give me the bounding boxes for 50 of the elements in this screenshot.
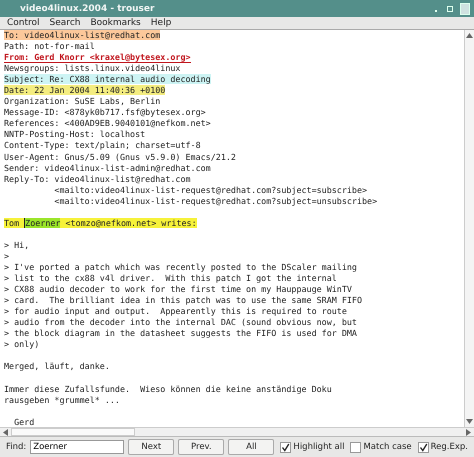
- find-button[interactable]: All: [228, 439, 274, 455]
- text-line: >: [4, 250, 10, 261]
- text-line: User-Agent: Gnus/5.09 (Gnus v5.9.0) Emacs/21.2: [4, 152, 236, 162]
- maximize-icon[interactable]: [446, 4, 454, 12]
- find-button[interactable]: Prev.: [178, 439, 224, 455]
- text-line: Sender: video4linux-list-admin@redhat.com: [4, 162, 211, 173]
- menu-item[interactable]: Help: [150, 18, 172, 28]
- text-line: rausgeben *grummel* ...: [4, 394, 120, 405]
- text-line: References: <400AD9EB.9040101@nefkom.net>: [4, 118, 211, 128]
- scroll-right-icon[interactable]: [466, 428, 471, 436]
- window-title: video4linux.2004 - trouser: [20, 4, 154, 14]
- text-line: Gerd: [13, 416, 34, 427]
- checkbox-label[interactable]: Match case: [363, 442, 412, 452]
- find-label: Find:: [6, 442, 26, 452]
- checkbox[interactable]: [350, 442, 362, 452]
- scroll-thumb[interactable]: [11, 428, 135, 436]
- text-line: Path: not-for-mail: [4, 41, 95, 52]
- checkbox[interactable]: [418, 442, 429, 452]
- text-line: Merged, läuft, danke.: [4, 361, 110, 372]
- menu-item[interactable]: Bookmarks: [90, 18, 141, 28]
- find-input[interactable]: Zoerner: [30, 440, 124, 454]
- text-line: NNTP-Posting-Host: localhost: [4, 129, 146, 140]
- scroll-down-icon[interactable]: [466, 419, 473, 424]
- header-line: From: Gerd Knorr <kraxel@bytesex.org>: [4, 52, 191, 64]
- text-line: Organization: SuSE Labs, Berlin: [4, 96, 160, 106]
- text-line: Immer diese Zufallsfunde. Wieso können die keine anständige Doku: [4, 384, 332, 394]
- text-line: <mailto:video4linux-list-request@redhat.com?subject=unsubscribe>: [53, 196, 378, 206]
- text-line: > CX88 audio decoder to work for the first time on my Hauppauge WinTV: [4, 284, 352, 294]
- text-line: > only): [4, 339, 40, 350]
- close-icon[interactable]: [460, 2, 470, 14]
- text-line: Content-Type: text/plain; charset=utf-8: [4, 140, 201, 150]
- text-line: <mailto:video4linux-list-request@redhat.com?subject=subscribe>: [53, 184, 368, 195]
- menu-item[interactable]: Control: [7, 18, 40, 28]
- text-line: > for audio input and output. Appearently this is required to route: [4, 306, 347, 316]
- text-line: > I've ported a patch which was recently posted to the DScaler mailing: [4, 262, 357, 272]
- text-line: Message-ID: <878yk0b717.fsf@bytesex.org>: [4, 107, 206, 118]
- scroll-up-icon[interactable]: [466, 33, 473, 38]
- text-line: Newsgroups: lists.linux.video4linux: [4, 63, 180, 74]
- menu-item[interactable]: Search: [50, 18, 80, 28]
- checkbox-label[interactable]: Reg.Exp.: [430, 442, 468, 452]
- checkbox[interactable]: [280, 442, 292, 452]
- find-button[interactable]: Next: [128, 439, 174, 455]
- scroll-left-icon[interactable]: [3, 428, 8, 436]
- text-line: > the block diagram in the datasheet suggests the FIFO is used for DMA: [4, 328, 357, 338]
- text-line: > card. The brilliant idea in this patch was to use the same SRAM FIFO: [4, 295, 362, 306]
- text-line: > list to the cx88 v4l driver. With this patch I got the internal: [4, 273, 337, 284]
- text-line: > audio from the decoder into the internal DAC (sound obvious now, but: [4, 317, 357, 328]
- text-line: Reply-To: video4linux-list@redhat.com: [4, 174, 191, 184]
- text-line: > Hi,: [4, 240, 30, 250]
- checkbox-label[interactable]: Highlight all: [293, 442, 344, 452]
